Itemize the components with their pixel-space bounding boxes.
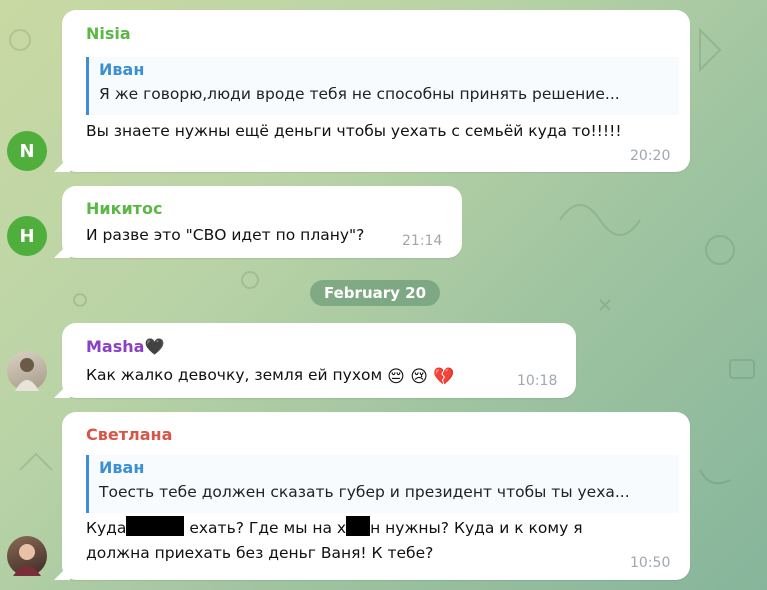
avatar[interactable]: N (7, 131, 47, 171)
quote-author: Иван (99, 60, 145, 79)
emoji-reaction-icons: 😔 😢 💔 (387, 367, 455, 387)
message-text: Вы знаете нужны ещё деньги чтобы уехать … (86, 122, 622, 140)
message-text-body: Как жалко девочку, земля ей пухом (86, 366, 383, 384)
message-bubble[interactable]: Никитос И разве это "СВО идет по плану"?… (54, 186, 462, 258)
user-photo-icon (13, 544, 41, 576)
text-fragment: ехать? Где мы на х (189, 519, 347, 537)
avatar[interactable]: Н (7, 216, 47, 256)
sender-name[interactable]: Светлана (86, 425, 172, 444)
bubble-tail (54, 382, 70, 398)
redaction-block (346, 516, 371, 536)
message-time: 21:14 (402, 233, 443, 249)
text-fragment: Куда (86, 519, 127, 537)
black-heart-icon: 🖤 (144, 337, 165, 356)
sender-name[interactable]: Masha🖤 (86, 337, 164, 356)
avatar[interactable] (7, 536, 47, 576)
avatar-letter: Н (19, 225, 35, 247)
message-line: должна приехать без деньг Ваня! К тебе? (86, 544, 434, 562)
bubble-tail (54, 242, 70, 258)
user-photo-icon (15, 358, 39, 391)
sender-name[interactable]: Nisia (86, 24, 131, 43)
sender-name-text: Masha (86, 337, 145, 356)
text-fragment: н нужны? Куда и к кому я (370, 519, 583, 537)
redaction-block (126, 516, 185, 536)
message-text: И разве это "СВО идет по плану"? (86, 226, 365, 244)
message-bubble[interactable]: Nisia Иван Я же говорю,люди вроде тебя н… (54, 10, 690, 172)
avatar[interactable] (7, 351, 47, 391)
reply-quote[interactable]: Иван Тоесть тебе должен сказать губер и … (86, 455, 679, 513)
date-separator: February 20 (310, 280, 441, 306)
message-bubble[interactable]: Светлана Иван Тоесть тебе должен сказать… (54, 412, 690, 580)
quote-author: Иван (99, 458, 145, 477)
message-line: Куда ехать? Где мы на х н нужны? Куда и к… (86, 516, 666, 541)
quote-text: Тоесть тебе должен сказать губер и прези… (99, 483, 630, 501)
message-text: Как жалко девочку, земля ей пухом 😔 😢 💔 (86, 363, 455, 390)
avatar-letter: N (19, 140, 35, 162)
message-time: 20:20 (630, 148, 671, 164)
message-time: 10:50 (630, 555, 671, 571)
message-bubble[interactable]: Masha🖤 Как жалко девочку, земля ей пухом… (54, 323, 576, 398)
sender-name[interactable]: Никитос (86, 199, 162, 218)
quote-text: Я же говорю,люди вроде тебя не способны … (99, 85, 620, 103)
message-text: Куда ехать? Где мы на х н нужны? Куда и к… (86, 516, 666, 566)
reply-quote[interactable]: Иван Я же говорю,люди вроде тебя не спос… (86, 57, 679, 115)
bubble-tail (54, 156, 70, 172)
message-time: 10:18 (517, 373, 558, 389)
bubble-tail (54, 564, 70, 580)
